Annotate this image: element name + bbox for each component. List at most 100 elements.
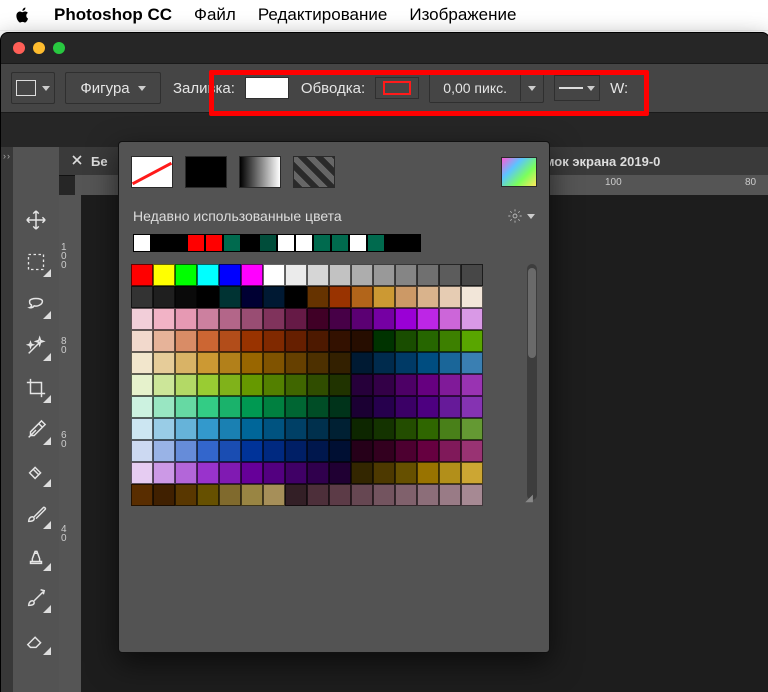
recent-swatch[interactable] (259, 234, 277, 252)
color-swatch[interactable] (153, 352, 175, 374)
color-swatch[interactable] (329, 286, 351, 308)
color-swatch[interactable] (329, 418, 351, 440)
color-swatch[interactable] (461, 374, 483, 396)
color-swatch[interactable] (461, 308, 483, 330)
recent-swatch[interactable] (169, 234, 187, 252)
color-swatch[interactable] (197, 418, 219, 440)
color-swatch[interactable] (241, 462, 263, 484)
stroke-style-swatch[interactable] (554, 75, 600, 101)
menu-image[interactable]: Изображение (409, 5, 516, 25)
color-swatch[interactable] (307, 462, 329, 484)
color-swatch[interactable] (285, 308, 307, 330)
clone-stamp-tool[interactable] (19, 539, 53, 573)
color-swatch[interactable] (263, 308, 285, 330)
color-picker-button[interactable] (501, 157, 537, 187)
color-swatch[interactable] (461, 352, 483, 374)
color-swatch[interactable] (439, 264, 461, 286)
fill-type-none[interactable] (131, 156, 173, 188)
magic-wand-tool[interactable] (19, 329, 53, 363)
color-swatch[interactable] (439, 484, 461, 506)
recent-swatch[interactable] (205, 234, 223, 252)
color-swatch[interactable] (439, 440, 461, 462)
color-swatch[interactable] (351, 484, 373, 506)
color-swatch[interactable] (395, 352, 417, 374)
color-swatch[interactable] (351, 286, 373, 308)
color-swatch[interactable] (307, 330, 329, 352)
color-swatch[interactable] (439, 330, 461, 352)
recent-swatch[interactable] (241, 234, 259, 252)
recent-swatch[interactable] (367, 234, 385, 252)
color-swatch[interactable] (329, 352, 351, 374)
color-swatch[interactable] (351, 462, 373, 484)
color-swatch[interactable] (329, 308, 351, 330)
color-swatch[interactable] (439, 308, 461, 330)
color-swatch[interactable] (175, 396, 197, 418)
color-swatch[interactable] (197, 396, 219, 418)
color-swatch[interactable] (417, 286, 439, 308)
eraser-tool[interactable] (19, 623, 53, 657)
color-swatch[interactable] (175, 330, 197, 352)
recent-swatch[interactable] (277, 234, 295, 252)
recent-swatch[interactable] (313, 234, 331, 252)
color-swatch[interactable] (439, 286, 461, 308)
color-swatch[interactable] (417, 374, 439, 396)
color-swatch[interactable] (131, 462, 153, 484)
color-swatch[interactable] (175, 462, 197, 484)
color-swatch[interactable] (351, 352, 373, 374)
color-swatch[interactable] (307, 352, 329, 374)
color-swatch[interactable] (395, 484, 417, 506)
scrollbar-thumb[interactable] (528, 268, 536, 358)
document-tab-1[interactable]: Бе (91, 154, 108, 169)
color-swatch[interactable] (373, 308, 395, 330)
color-swatch[interactable] (285, 374, 307, 396)
move-tool[interactable] (19, 203, 53, 237)
color-swatch[interactable] (395, 462, 417, 484)
crop-tool[interactable] (19, 371, 53, 405)
color-swatch[interactable] (131, 374, 153, 396)
color-swatch[interactable] (307, 308, 329, 330)
color-swatch[interactable] (241, 308, 263, 330)
color-swatch[interactable] (131, 440, 153, 462)
color-swatch[interactable] (175, 308, 197, 330)
color-swatch[interactable] (351, 264, 373, 286)
color-swatch[interactable] (395, 330, 417, 352)
recent-swatch[interactable] (349, 234, 367, 252)
color-swatch[interactable] (417, 352, 439, 374)
color-swatch[interactable] (263, 352, 285, 374)
color-swatch[interactable] (417, 462, 439, 484)
color-swatch[interactable] (131, 396, 153, 418)
color-swatch[interactable] (285, 462, 307, 484)
color-swatch[interactable] (439, 418, 461, 440)
color-swatch[interactable] (153, 330, 175, 352)
color-swatch[interactable] (373, 352, 395, 374)
color-swatch[interactable] (131, 308, 153, 330)
color-swatch[interactable] (307, 374, 329, 396)
color-swatch[interactable] (263, 264, 285, 286)
color-swatch[interactable] (175, 352, 197, 374)
color-swatch[interactable] (153, 462, 175, 484)
brush-tool[interactable] (19, 497, 53, 531)
resize-grip-icon[interactable]: ◢ (525, 493, 533, 504)
recent-swatch[interactable] (385, 234, 403, 252)
color-swatch[interactable] (241, 418, 263, 440)
color-swatch[interactable] (131, 484, 153, 506)
color-swatch[interactable] (153, 418, 175, 440)
color-swatch[interactable] (351, 418, 373, 440)
color-swatch[interactable] (131, 264, 153, 286)
menu-file[interactable]: Файл (194, 5, 236, 25)
color-swatch[interactable] (329, 462, 351, 484)
color-swatch[interactable] (197, 374, 219, 396)
color-swatch[interactable] (395, 374, 417, 396)
color-swatch[interactable] (153, 308, 175, 330)
color-swatch[interactable] (285, 330, 307, 352)
lasso-tool[interactable] (19, 287, 53, 321)
color-swatch[interactable] (241, 484, 263, 506)
recent-swatch[interactable] (133, 234, 151, 252)
color-swatch[interactable] (263, 286, 285, 308)
zoom-icon[interactable] (53, 42, 65, 54)
color-swatch[interactable] (373, 396, 395, 418)
color-swatch[interactable] (395, 440, 417, 462)
color-swatch[interactable] (197, 462, 219, 484)
color-swatch[interactable] (351, 396, 373, 418)
healing-brush-tool[interactable] (19, 455, 53, 489)
